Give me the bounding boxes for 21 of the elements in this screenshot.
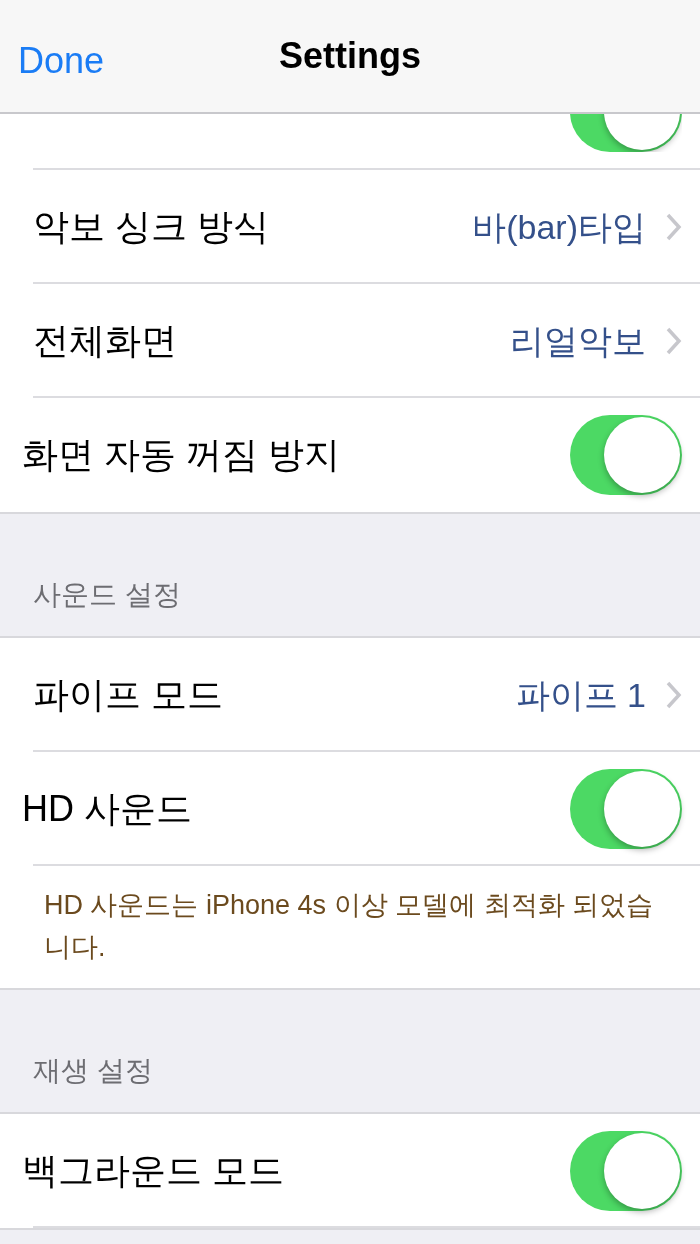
row-label: 화면 자동 꺼짐 방지 (21, 433, 340, 477)
row-label: 백그라운드 모드 (21, 1149, 284, 1193)
row-value: 바(bar)타입 (472, 206, 646, 248)
done-button[interactable]: Done (18, 34, 105, 88)
row-label: HD 사운드 (21, 787, 192, 831)
chevron-icon (666, 681, 682, 709)
row-label: 전체화면 (32, 319, 177, 363)
chevron-icon (666, 213, 682, 241)
row-label: 파이프 모드 (32, 673, 223, 717)
row-value: 파이프 1 (515, 674, 646, 716)
toggle-switch[interactable] (570, 415, 682, 495)
footer-note: HD 사운드는 iPhone 4s 이상 모델에 최적화 되었습니다. (44, 890, 654, 962)
toggle-switch[interactable] (570, 1131, 682, 1211)
section-header: 재생 설정 (33, 1054, 153, 1088)
toggle-switch[interactable] (570, 769, 682, 849)
row-label: 악보 싱크 방식 (32, 205, 269, 249)
row-value: 리얼악보 (510, 320, 646, 362)
window-title: Settings (279, 34, 421, 78)
section-header: 사운드 설정 (33, 578, 181, 612)
chevron-icon (666, 327, 682, 355)
toggle-switch[interactable] (570, 114, 682, 152)
